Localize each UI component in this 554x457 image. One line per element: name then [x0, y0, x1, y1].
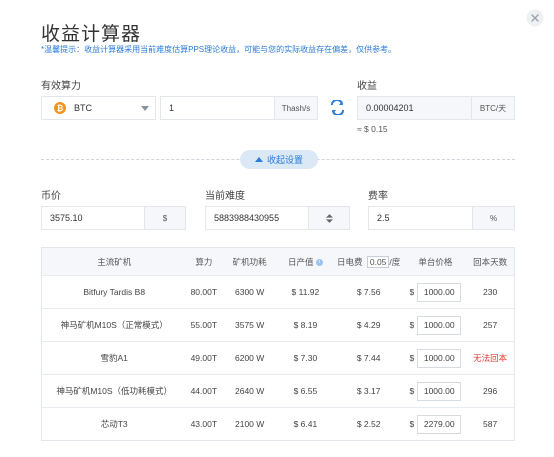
cell-payback: 587	[483, 419, 498, 429]
chevron-down-icon	[141, 105, 149, 111]
currency-label: $	[409, 386, 415, 396]
col-electricity: 日电费 0.05/度	[333, 255, 405, 268]
col-power: 矿机功耗	[232, 256, 267, 267]
price-input[interactable]: 1000.00	[417, 315, 462, 335]
page-title: 收益计算器	[41, 24, 142, 45]
cell-electricity: $ 3.17	[356, 386, 381, 396]
cell-model: 神马矿机M10S（正常模式）	[60, 320, 168, 330]
table-row: 芯动T3 43.00T 2100 W $ 6.41 $ 2.52 $2279.0…	[42, 407, 514, 440]
price-input[interactable]: 1000.00	[417, 381, 462, 401]
cell-price: $1000.00	[404, 381, 466, 401]
coin-select[interactable]: ₿ BTC	[41, 96, 156, 120]
income-unit: BTC/天	[471, 96, 515, 120]
table-row: 神马矿机M10S（正常模式） 55.00T 3575 W $ 8.19 $ 4.…	[42, 308, 514, 341]
cell-payback: 257	[483, 320, 498, 330]
bitcoin-icon: ₿	[54, 102, 66, 114]
coin-price-input[interactable]: 3575.10	[41, 206, 145, 230]
currency-label: $	[409, 320, 415, 330]
cell-output: $ 8.19	[293, 320, 318, 330]
col-electricity-suffix: /度	[389, 256, 401, 267]
cell-power: 2100 W	[234, 419, 265, 429]
hashrate-input[interactable]: 1	[160, 96, 275, 120]
cell-hashrate: 80.00T	[190, 287, 218, 297]
difficulty-input[interactable]: 5883988430955	[205, 206, 309, 230]
coin-select-value: BTC	[74, 103, 92, 113]
income-usd: ≈ $ 0.15	[357, 124, 388, 134]
cell-power: 3575 W	[234, 320, 265, 330]
cell-model: 神马矿机M10S（低功耗模式）	[56, 386, 173, 396]
col-model: 主流矿机	[97, 256, 132, 267]
income-value: 0.00004201	[366, 103, 414, 113]
cell-model: 芯动T3	[100, 419, 128, 429]
price-input[interactable]: 1000.00	[417, 348, 462, 368]
hashrate-unit: Thash/s	[274, 96, 318, 120]
cell-power: 6300 W	[234, 287, 265, 297]
cell-price: $2279.00	[404, 414, 466, 434]
table-row: 雪豹A1 49.00T 6200 W $ 7.30 $ 7.44 $1000.0…	[42, 341, 514, 374]
cell-electricity: $ 7.44	[356, 353, 381, 363]
cell-output: $ 11.92	[291, 287, 320, 297]
currency-label: $	[409, 419, 415, 429]
sort-icon	[325, 213, 333, 223]
col-electricity-label: 日电费	[336, 256, 363, 267]
currency-label: $	[409, 353, 415, 363]
cell-hashrate: 44.00T	[190, 386, 218, 396]
collapse-settings-button[interactable]: 收起设置	[240, 150, 318, 169]
cell-hashrate: 43.00T	[190, 419, 218, 429]
col-unit-price: 单台价格	[418, 256, 453, 267]
cell-payback: 230	[483, 287, 498, 297]
col-daily-output: 日产值 i	[278, 256, 333, 268]
income-output: 0.00004201	[357, 96, 472, 120]
col-hashrate: 算力	[195, 256, 213, 267]
col-payback: 回本天数	[473, 256, 508, 267]
cell-model: 雪豹A1	[100, 353, 128, 363]
cell-payback: 无法回本	[473, 353, 508, 363]
hashrate-label: 有效算力	[41, 81, 81, 92]
cell-price: $1000.00	[404, 315, 466, 335]
miner-table: 主流矿机 算力 矿机功耗 日产值 i 日电费 0.05/度 单台价格 回本天数 …	[41, 247, 515, 441]
price-input[interactable]: 2279.00	[417, 414, 462, 434]
price-input[interactable]: 1000.00	[417, 282, 462, 302]
cell-output: $ 6.55	[293, 386, 318, 396]
cell-price: $1000.00	[404, 282, 466, 302]
chevron-up-icon	[254, 157, 263, 162]
difficulty-label: 当前难度	[205, 191, 245, 202]
table-row: Bitfury Tardis B8 80.00T 6300 W $ 11.92 …	[42, 275, 514, 308]
coin-price-label: 币价	[41, 191, 61, 202]
currency-label: $	[409, 287, 415, 297]
cell-hashrate: 49.00T	[190, 353, 218, 363]
difficulty-stepper[interactable]	[308, 206, 350, 230]
hashrate-input-value: 1	[169, 103, 175, 113]
fee-label: 费率	[368, 191, 388, 202]
table-header: 主流矿机 算力 矿机功耗 日产值 i 日电费 0.05/度 单台价格 回本天数	[42, 248, 514, 275]
cell-model: Bitfury Tardis B8	[83, 287, 146, 297]
cell-payback: 296	[483, 386, 498, 396]
income-label: 收益	[357, 81, 377, 92]
swap-icon[interactable]	[329, 98, 346, 117]
cell-electricity: $ 2.52	[356, 419, 381, 429]
fee-unit: %	[472, 206, 515, 230]
cell-hashrate: 55.00T	[190, 320, 218, 330]
collapse-settings-label: 收起设置	[266, 155, 303, 165]
cell-price: $1000.00	[404, 348, 466, 368]
col-daily-output-label: 日产值	[287, 256, 314, 267]
info-icon[interactable]: i	[315, 258, 323, 266]
cell-electricity: $ 4.29	[356, 320, 381, 330]
table-row: 神马矿机M10S（低功耗模式） 44.00T 2640 W $ 6.55 $ 3…	[42, 374, 514, 407]
coin-price-unit: $	[144, 206, 186, 230]
electricity-rate-input[interactable]: 0.05	[366, 255, 390, 268]
close-icon[interactable]	[526, 9, 544, 27]
cell-power: 6200 W	[234, 353, 265, 363]
tip-text: *温馨提示：收益计算器采用当前难度估算PPS理论收益，可能与您的实际收益存在偏差…	[41, 45, 397, 54]
fee-value: 2.5	[377, 213, 390, 223]
cell-output: $ 6.41	[293, 419, 318, 429]
difficulty-value: 5883988430955	[214, 213, 280, 223]
calculator-dialog: 收益计算器 *温馨提示：收益计算器采用当前难度估算PPS理论收益，可能与您的实际…	[0, 0, 554, 457]
fee-input[interactable]: 2.5	[368, 206, 473, 230]
cell-power: 2640 W	[234, 386, 265, 396]
cell-output: $ 7.30	[293, 353, 318, 363]
coin-price-value: 3575.10	[50, 213, 83, 223]
cell-electricity: $ 7.56	[356, 287, 381, 297]
